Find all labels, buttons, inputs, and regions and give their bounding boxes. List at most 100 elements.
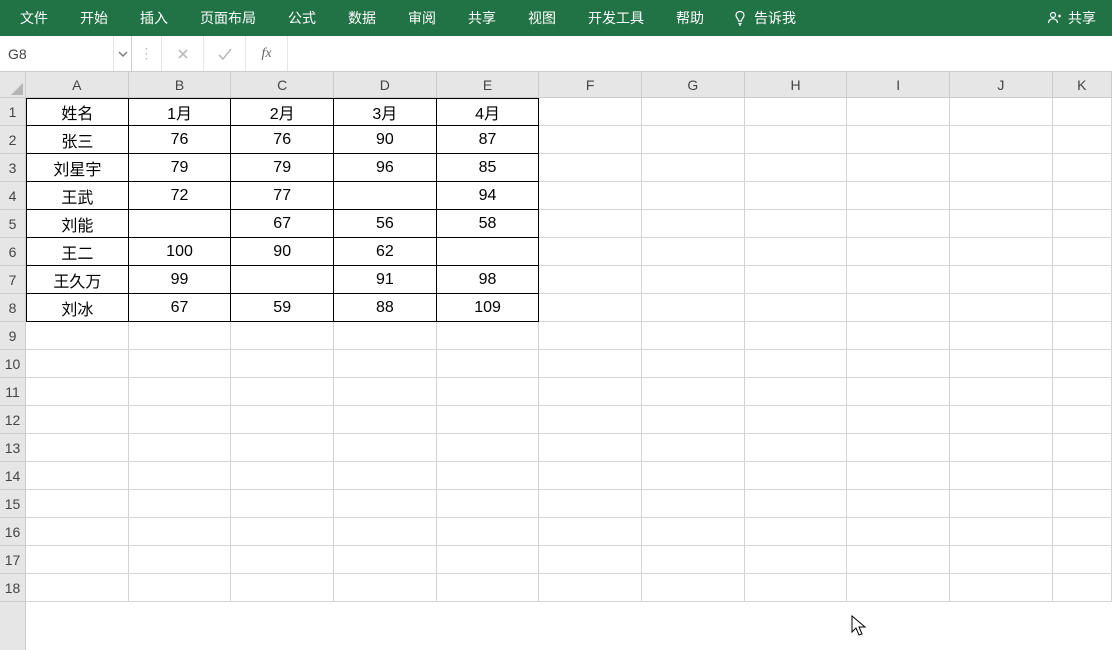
cell[interactable] xyxy=(129,518,232,546)
column-header[interactable]: K xyxy=(1053,72,1112,97)
cell[interactable]: 79 xyxy=(231,154,334,182)
cell[interactable] xyxy=(1053,462,1112,490)
cell[interactable] xyxy=(437,238,540,266)
column-header[interactable]: E xyxy=(437,72,540,97)
cell[interactable] xyxy=(1053,378,1112,406)
cell[interactable]: 91 xyxy=(334,266,437,294)
cell[interactable]: 王久万 xyxy=(26,266,129,294)
cell[interactable] xyxy=(642,518,745,546)
cell[interactable] xyxy=(129,462,232,490)
tab-view[interactable]: 视图 xyxy=(512,0,572,36)
cell[interactable] xyxy=(437,462,540,490)
cell[interactable] xyxy=(745,378,848,406)
cell[interactable] xyxy=(642,406,745,434)
cell[interactable] xyxy=(539,126,642,154)
cell[interactable]: 76 xyxy=(231,126,334,154)
cell[interactable]: 67 xyxy=(129,294,232,322)
cell[interactable] xyxy=(847,518,950,546)
cell[interactable] xyxy=(26,462,129,490)
cell[interactable] xyxy=(334,490,437,518)
cell[interactable]: 88 xyxy=(334,294,437,322)
cell[interactable] xyxy=(642,98,745,126)
cell[interactable] xyxy=(129,378,232,406)
cell[interactable] xyxy=(950,266,1053,294)
cell[interactable] xyxy=(437,406,540,434)
cell[interactable]: 姓名 xyxy=(26,98,129,126)
cell[interactable] xyxy=(642,350,745,378)
cell[interactable] xyxy=(950,434,1053,462)
cell[interactable] xyxy=(26,490,129,518)
cell[interactable]: 67 xyxy=(231,210,334,238)
cell[interactable] xyxy=(1053,574,1112,602)
cell[interactable] xyxy=(847,98,950,126)
cell[interactable] xyxy=(1053,546,1112,574)
cell[interactable]: 张三 xyxy=(26,126,129,154)
name-box-dropdown[interactable] xyxy=(113,36,131,71)
cell[interactable] xyxy=(539,378,642,406)
cell[interactable]: 1月 xyxy=(129,98,232,126)
select-all-corner[interactable] xyxy=(0,72,26,98)
cell[interactable] xyxy=(1053,98,1112,126)
cell[interactable]: 94 xyxy=(437,182,540,210)
row-header[interactable]: 11 xyxy=(0,378,25,406)
cell[interactable] xyxy=(745,294,848,322)
column-header[interactable]: J xyxy=(950,72,1053,97)
cell[interactable] xyxy=(231,378,334,406)
cell[interactable] xyxy=(231,322,334,350)
cell[interactable] xyxy=(950,490,1053,518)
cell[interactable] xyxy=(950,294,1053,322)
cell[interactable] xyxy=(539,154,642,182)
column-header[interactable]: F xyxy=(539,72,642,97)
cell[interactable] xyxy=(847,546,950,574)
cell[interactable] xyxy=(950,518,1053,546)
cell[interactable] xyxy=(539,266,642,294)
cell[interactable] xyxy=(950,182,1053,210)
cell[interactable]: 4月 xyxy=(437,98,540,126)
cell[interactable] xyxy=(847,378,950,406)
row-header[interactable]: 8 xyxy=(0,294,25,322)
cell[interactable] xyxy=(539,490,642,518)
tab-file[interactable]: 文件 xyxy=(4,0,64,36)
cell[interactable] xyxy=(539,518,642,546)
cell[interactable] xyxy=(231,266,334,294)
cell[interactable] xyxy=(642,322,745,350)
cell[interactable] xyxy=(129,406,232,434)
cell[interactable] xyxy=(26,378,129,406)
cell[interactable] xyxy=(437,518,540,546)
tab-insert[interactable]: 插入 xyxy=(124,0,184,36)
cell[interactable]: 96 xyxy=(334,154,437,182)
cell[interactable]: 87 xyxy=(437,126,540,154)
row-header[interactable]: 15 xyxy=(0,490,25,518)
cell[interactable] xyxy=(642,546,745,574)
cell[interactable] xyxy=(437,322,540,350)
cell[interactable] xyxy=(950,210,1053,238)
cell[interactable] xyxy=(642,294,745,322)
row-header[interactable]: 18 xyxy=(0,574,25,602)
cell[interactable] xyxy=(950,98,1053,126)
cell[interactable] xyxy=(847,266,950,294)
cell[interactable] xyxy=(950,154,1053,182)
cell[interactable] xyxy=(231,574,334,602)
cell[interactable] xyxy=(745,98,848,126)
cell[interactable] xyxy=(745,434,848,462)
cell[interactable] xyxy=(334,574,437,602)
cell[interactable] xyxy=(129,322,232,350)
formula-input[interactable] xyxy=(288,36,1112,71)
cell[interactable]: 62 xyxy=(334,238,437,266)
cell[interactable] xyxy=(642,210,745,238)
cell[interactable]: 56 xyxy=(334,210,437,238)
cell[interactable]: 85 xyxy=(437,154,540,182)
row-header[interactable]: 2 xyxy=(0,126,25,154)
cell[interactable] xyxy=(231,350,334,378)
cell[interactable] xyxy=(847,462,950,490)
cell[interactable]: 刘星宇 xyxy=(26,154,129,182)
cell[interactable] xyxy=(334,378,437,406)
cell[interactable] xyxy=(1053,490,1112,518)
cell[interactable] xyxy=(950,350,1053,378)
cell[interactable] xyxy=(1053,154,1112,182)
cell[interactable] xyxy=(539,434,642,462)
cell[interactable] xyxy=(642,182,745,210)
cell[interactable] xyxy=(847,406,950,434)
cell[interactable]: 刘冰 xyxy=(26,294,129,322)
cell[interactable] xyxy=(334,518,437,546)
